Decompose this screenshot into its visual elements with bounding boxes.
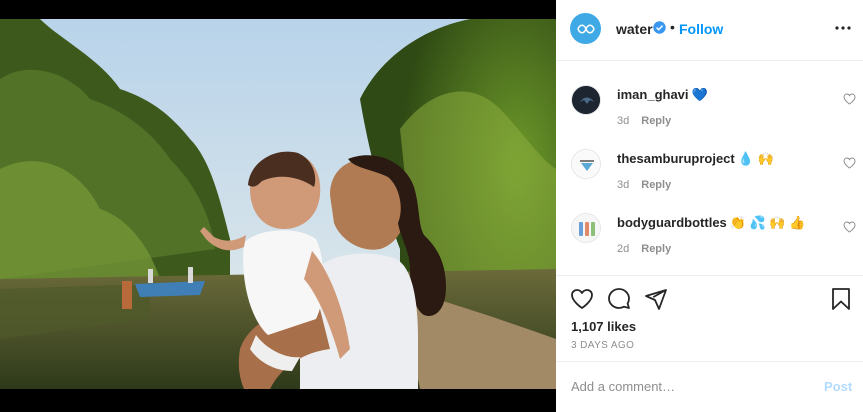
post-header: water • Follow [556,0,863,61]
account-avatar[interactable] [570,13,601,44]
comment-username-text[interactable]: iman_ghavi [617,87,689,102]
commenter-avatar[interactable] [571,85,601,115]
comment-age: 3d [617,179,630,191]
verified-badge-icon [653,21,666,34]
comment-meta: 3d Reply [617,179,671,191]
comment-meta: 2d Reply [617,243,671,255]
comment-item: iman_ghavi 💙 3d Reply [556,81,863,145]
comment-text: 💧 🙌 [737,151,774,166]
more-options-icon[interactable] [833,18,853,38]
post-date[interactable]: 3 DAYS AGO [571,340,634,351]
reply-button[interactable]: Reply [641,179,671,191]
commenter-avatar[interactable] [571,213,601,243]
avatar-image-icon [572,150,600,178]
commenter-avatar[interactable] [571,149,601,179]
comment-username-text[interactable]: bodyguardbottles [617,215,727,230]
comment-age: 3d [617,115,630,127]
post-photo[interactable] [0,19,556,389]
heart-icon[interactable] [843,93,856,105]
comment-age: 2d [617,243,630,255]
comment-text: 👏 💦 🙌 👍 [729,215,806,230]
comment-username[interactable]: bodyguardbottles 👏 💦 🙌 👍 [617,215,805,231]
comment-username-text[interactable]: thesamburuproject [617,151,735,166]
share-icon[interactable] [644,287,668,311]
comment-item: thesamburuproject 💧 🙌 3d Reply [556,145,863,209]
comment-meta: 3d Reply [617,115,671,127]
reply-button[interactable]: Reply [641,243,671,255]
like-heart-icon[interactable] [570,287,594,311]
add-comment-bar: Post [556,361,863,412]
reply-button[interactable]: Reply [641,115,671,127]
comments-list: iman_ghavi 💙 3d Reply thesamburuproject 💧 🙌… [556,61,863,275]
comment-input[interactable] [571,376,811,396]
avatar-image-icon [572,214,600,242]
comment-username[interactable]: iman_ghavi 💙 [617,87,708,103]
photo-area [0,0,556,412]
comment-username[interactable]: thesamburuproject 💧 🙌 [617,151,774,167]
comment-icon[interactable] [607,287,631,311]
post-actions: 1,107 likes 3 DAYS AGO [556,275,863,355]
water-logo-icon [576,23,595,34]
likes-count[interactable]: 1,107 likes [571,319,636,334]
comment-text: 💙 [691,87,708,102]
follow-button[interactable]: Follow [679,21,723,37]
post-comment-button[interactable]: Post [824,379,852,394]
separator-dot: • [670,19,675,35]
post-username[interactable]: water [616,21,653,37]
heart-icon[interactable] [843,157,856,169]
heart-icon[interactable] [843,221,856,233]
bookmark-icon[interactable] [829,287,853,311]
instagram-post-modal: water • Follow iman_ghavi 💙 3d Reply the… [0,0,863,412]
photo-illustration [0,19,556,389]
avatar-image-icon [572,86,600,114]
post-side-panel: water • Follow iman_ghavi 💙 3d Reply the… [556,0,863,412]
comment-item: bodyguardbottles 👏 💦 🙌 👍 2d Reply [556,209,863,273]
